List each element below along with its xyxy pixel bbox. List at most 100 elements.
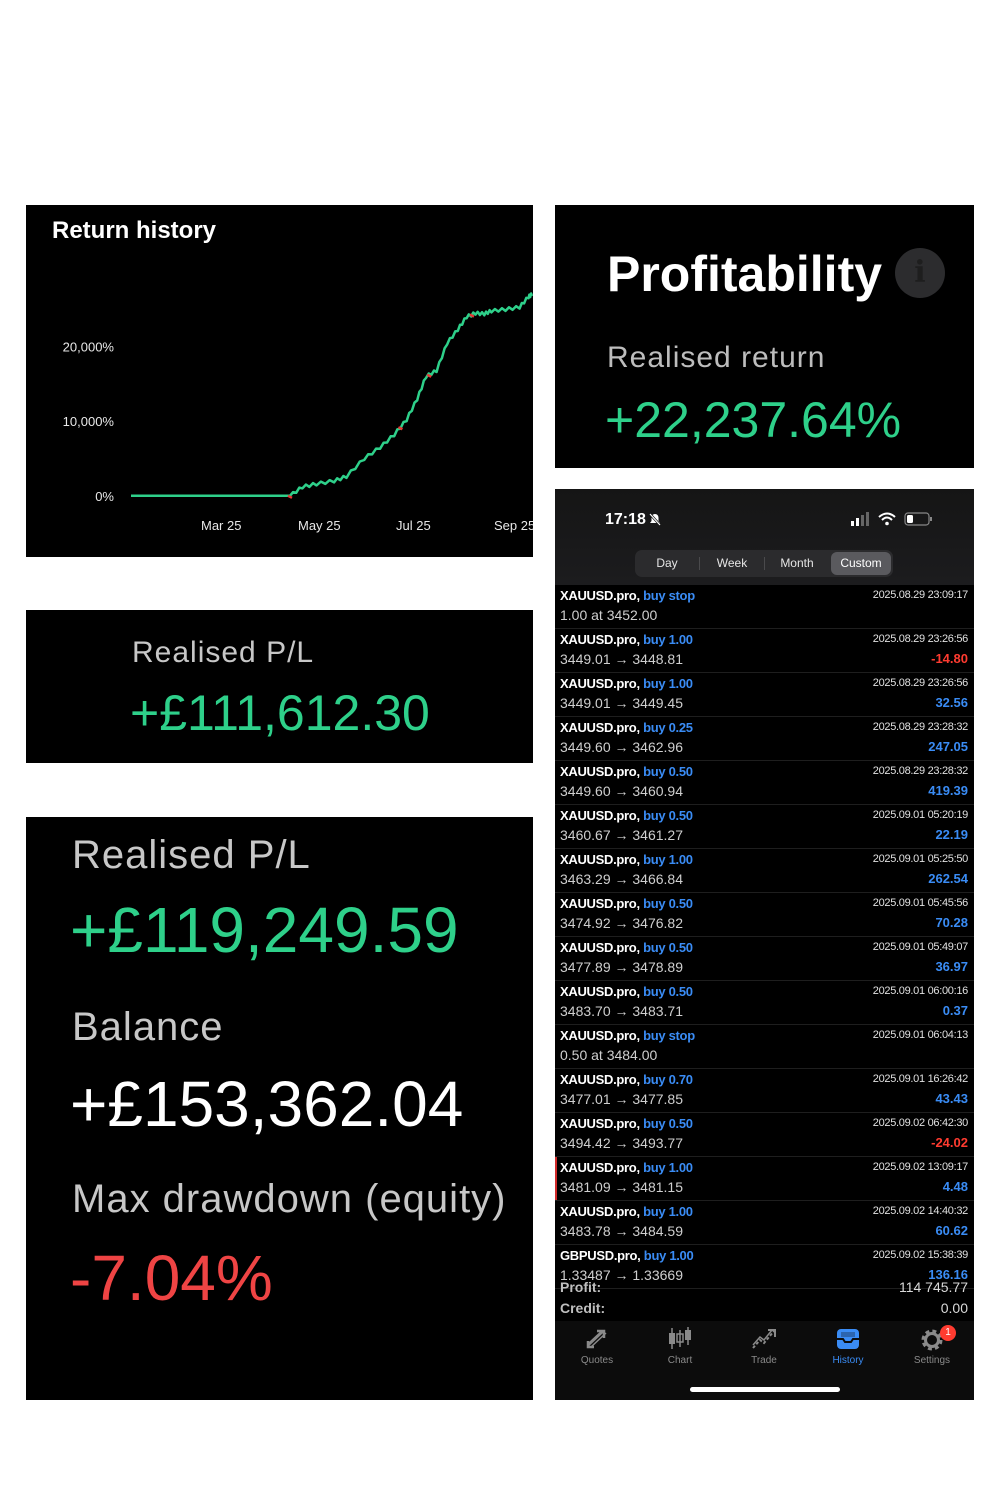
home-indicator[interactable] [690, 1387, 840, 1392]
tab-trade-label: Trade [751, 1355, 777, 1366]
quotes-icon [557, 1325, 637, 1353]
row-marker [555, 1157, 557, 1200]
trade-date: 2025.08.29 23:28:32 [872, 721, 969, 733]
realised-return-value: +22,237.64% [605, 392, 902, 448]
trade-symbol: XAUUSD.pro, buy 0.50 [560, 896, 693, 911]
trade-action: buy 0.70 [643, 1072, 693, 1087]
trade-date: 2025.09.02 13:09:17 [872, 1161, 969, 1173]
trade-date: 2025.09.01 06:04:13 [872, 1029, 969, 1041]
bottom-tab-bar: Quotes Chart Trade History 1 Settings [555, 1321, 974, 1400]
trade-action: buy 1.00 [643, 632, 693, 647]
segment-month[interactable]: Month [765, 550, 829, 577]
trade-symbol: XAUUSD.pro, buy 1.00 [560, 1160, 693, 1175]
trade-prices: 3483.70 → 3483.71 [560, 1003, 683, 1019]
profitability-title: Profitability [607, 246, 883, 302]
trade-icon [724, 1325, 804, 1353]
tab-settings[interactable]: 1 Settings [892, 1325, 972, 1366]
trade-amount: 60.62 [935, 1223, 968, 1238]
trade-amount: 36.97 [935, 959, 968, 974]
trade-action: buy 0.50 [643, 984, 693, 999]
trade-amount: 43.43 [935, 1091, 968, 1106]
profit-value: 114 745.77 [898, 1279, 968, 1295]
trade-prices: 3477.01 → 3477.85 [560, 1091, 683, 1107]
trade-prices: 3449.60 → 3460.94 [560, 783, 683, 799]
trade-symbol: XAUUSD.pro, buy stop [560, 1028, 695, 1043]
trade-symbol: XAUUSD.pro, buy 0.50 [560, 1116, 693, 1131]
trade-symbol: XAUUSD.pro, buy 0.50 [560, 940, 693, 955]
trade-prices: 3449.60 → 3462.96 [560, 739, 683, 755]
tab-trade[interactable]: Trade [724, 1325, 804, 1366]
trade-symbol: XAUUSD.pro, buy 0.50 [560, 764, 693, 779]
profit-label: Profit: [560, 1279, 602, 1295]
history-inbox-icon [808, 1325, 888, 1353]
trade-date: 2025.09.01 16:26:42 [872, 1073, 969, 1085]
trade-symbol: XAUUSD.pro, buy 0.25 [560, 720, 693, 735]
trade-date: 2025.08.29 23:28:32 [872, 765, 969, 777]
trade-symbol: XAUUSD.pro, buy 1.00 [560, 676, 693, 691]
trade-action: buy 0.50 [643, 940, 693, 955]
realised-pl-value: +£111,612.30 [130, 685, 430, 741]
trade-amount: 4.48 [942, 1179, 968, 1194]
trade-prices: 3481.09 → 3481.15 [560, 1179, 683, 1195]
trade-symbol: XAUUSD.pro, buy stop [560, 588, 695, 603]
credit-label: Credit: [560, 1300, 606, 1316]
trade-prices: 1.00 at 3452.00 [560, 607, 658, 623]
trade-prices: 3460.67 → 3461.27 [560, 827, 683, 843]
trade-row[interactable]: XAUUSD.pro, buy 1.00 3463.29 → 3466.84 202… [555, 849, 974, 893]
x-tick-label: Sep 25 [494, 518, 533, 533]
trade-row[interactable]: XAUUSD.pro, buy 1.00 3449.01 → 3449.45 202… [555, 673, 974, 717]
trade-amount: -14.80 [931, 651, 968, 666]
balance-label: Balance [72, 1005, 224, 1049]
trade-row[interactable]: XAUUSD.pro, buy 1.00 3483.78 → 3484.59 202… [555, 1201, 974, 1245]
trade-prices: 3463.29 → 3466.84 [560, 871, 683, 887]
trade-action: buy stop [643, 1028, 695, 1043]
status-time: 17:18 [605, 511, 646, 528]
trade-symbol: XAUUSD.pro, buy 0.50 [560, 808, 693, 823]
trade-row[interactable]: XAUUSD.pro, buy 1.00 3449.01 → 3448.81 202… [555, 629, 974, 673]
realised-return-label: Realised return [607, 341, 826, 374]
x-tick-label: Mar 25 [201, 518, 241, 533]
trade-row[interactable]: XAUUSD.pro, buy 0.50 3449.60 → 3460.94 202… [555, 761, 974, 805]
return-history-title: Return history [52, 217, 217, 244]
trade-row[interactable]: XAUUSD.pro, buy stop 0.50 at 3484.00 2025.… [555, 1025, 974, 1069]
trade-action: buy stop [643, 588, 695, 603]
trade-row[interactable]: XAUUSD.pro, buy 0.50 3477.89 → 3478.89 202… [555, 937, 974, 981]
trade-row[interactable]: XAUUSD.pro, buy 0.50 3483.70 → 3483.71 202… [555, 981, 974, 1025]
trade-action: buy 0.50 [643, 896, 693, 911]
tab-chart[interactable]: Chart [640, 1325, 720, 1366]
trade-date: 2025.09.01 06:00:16 [872, 985, 969, 997]
trade-symbol: XAUUSD.pro, buy 1.00 [560, 632, 693, 647]
y-tick-label: 10,000% [63, 414, 115, 429]
trade-row[interactable]: XAUUSD.pro, buy 0.70 3477.01 → 3477.85 202… [555, 1069, 974, 1113]
trade-prices: 0.50 at 3484.00 [560, 1047, 658, 1063]
trade-action: buy 0.50 [643, 1116, 693, 1131]
drawdown-marker [287, 494, 293, 499]
trade-prices: 3449.01 → 3448.81 [560, 651, 683, 667]
max-drawdown-label: Max drawdown (equity) [72, 1177, 507, 1221]
signal-wifi-battery-icon [851, 512, 932, 526]
trade-action: buy 0.50 [643, 808, 693, 823]
tab-quotes[interactable]: Quotes [557, 1325, 637, 1366]
trade-row[interactable]: XAUUSD.pro, buy 1.00 3481.09 → 3481.15 202… [555, 1157, 974, 1201]
trade-prices: 3483.78 → 3484.59 [560, 1223, 683, 1239]
silent-bell-icon [649, 513, 661, 529]
trade-action: buy 0.50 [643, 764, 693, 779]
trade-row[interactable]: XAUUSD.pro, buy 0.50 3460.67 → 3461.27 202… [555, 805, 974, 849]
realised-pl-label: Realised P/L [132, 636, 315, 669]
trade-prices: 3494.42 → 3493.77 [560, 1135, 683, 1151]
trade-symbol: XAUUSD.pro, buy 1.00 [560, 1204, 693, 1219]
trade-row[interactable]: XAUUSD.pro, buy stop 1.00 at 3452.00 2025.… [555, 585, 974, 629]
trade-action: buy 1.00 [643, 676, 693, 691]
candlestick-chart-icon [640, 1325, 720, 1353]
segment-day[interactable]: Day [635, 550, 699, 577]
tab-history[interactable]: History [808, 1325, 888, 1366]
segment-week[interactable]: Week [700, 550, 764, 577]
trade-row[interactable]: XAUUSD.pro, buy 0.25 3449.60 → 3462.96 202… [555, 717, 974, 761]
trade-amount: 0.37 [942, 1003, 968, 1018]
trade-action: buy 1.00 [643, 1160, 693, 1175]
status-bar: 17:18 Day Week Month Custom [555, 489, 974, 585]
info-icon[interactable]: i [895, 248, 945, 298]
segment-custom[interactable]: Custom [831, 552, 891, 575]
trade-row[interactable]: XAUUSD.pro, buy 0.50 3474.92 → 3476.82 202… [555, 893, 974, 937]
trade-row[interactable]: XAUUSD.pro, buy 0.50 3494.42 → 3493.77 202… [555, 1113, 974, 1157]
